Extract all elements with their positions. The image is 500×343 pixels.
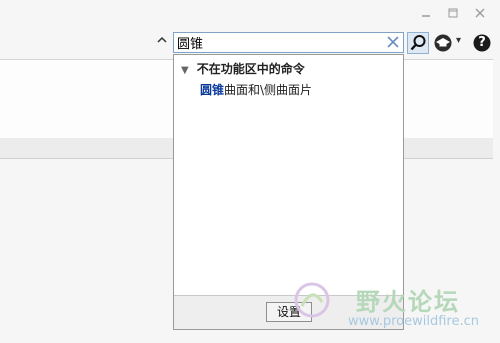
expand-triangle-icon: ▼ — [181, 65, 189, 76]
magnifier-icon — [410, 35, 426, 51]
ribbon-collapse-button[interactable] — [156, 34, 168, 46]
command-search-box — [173, 32, 404, 53]
minimize-button[interactable] — [418, 6, 434, 20]
group-label: 不在功能区中的命令 — [196, 62, 305, 76]
close-icon — [475, 8, 485, 18]
result-item-label: 曲面和\侧曲面片 — [224, 83, 313, 97]
clear-x-icon[interactable] — [386, 35, 400, 49]
restore-button[interactable] — [445, 6, 461, 20]
command-search-input[interactable] — [177, 34, 377, 51]
close-button[interactable] — [472, 6, 488, 20]
graduation-cap-icon — [434, 34, 452, 52]
results-group-header[interactable]: ▼ 不在功能区中的命令 — [181, 60, 305, 77]
chevron-up-icon — [157, 36, 167, 43]
result-item[interactable]: 圆锥曲面和\侧曲面片 — [200, 81, 312, 98]
help-glyph: ? — [478, 35, 486, 50]
community-menu-button[interactable]: ▾ — [433, 33, 463, 53]
watermark-logo — [292, 280, 332, 320]
help-button[interactable]: ? — [473, 34, 491, 52]
chevron-down-icon: ▾ — [456, 35, 462, 46]
watermark-text: 野火论坛 — [356, 288, 460, 316]
restore-icon — [448, 8, 458, 18]
watermark-url: www.proewildfire.cn — [348, 314, 479, 329]
search-button[interactable] — [407, 32, 429, 54]
result-item-highlight: 圆锥 — [200, 83, 225, 97]
minimize-icon — [422, 15, 430, 17]
